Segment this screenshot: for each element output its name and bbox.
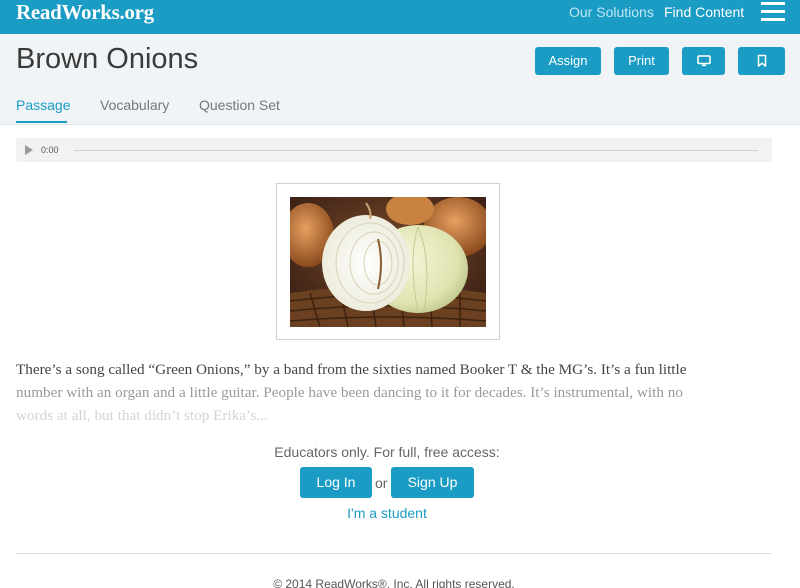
tab-vocabulary[interactable]: Vocabulary [100,97,169,113]
or-separator: or [375,475,388,491]
hamburger-menu-icon[interactable] [761,2,785,22]
bookmark-button[interactable] [738,47,785,75]
educators-access-prompt: Educators only. For full, free access: [274,444,500,460]
audio-progress-track[interactable] [74,150,758,151]
bookmark-icon [757,54,766,67]
audio-player: 0:00 [16,138,772,162]
active-tab-indicator [16,121,67,123]
article-header: Brown Onions Assign Print Passage Vocabu… [0,34,800,125]
passage-image-frame [276,183,500,340]
passage-line: There’s a song called “Green Onions,” by… [16,361,687,378]
onion-photo [290,197,486,327]
page-title: Brown Onions [16,43,199,75]
tab-question-set[interactable]: Question Set [199,97,280,113]
passage-preview: There’s a song called “Green Onions,” by… [16,358,756,427]
sign-up-button[interactable]: Sign Up [391,467,474,498]
footer-divider [16,553,772,554]
student-link[interactable]: I'm a student [0,505,774,521]
copyright-text: © 2014 ReadWorks®, Inc. All rights reser… [273,577,515,588]
log-in-button[interactable]: Log In [300,467,372,498]
monitor-icon [696,55,711,67]
nav-our-solutions[interactable]: Our Solutions [569,4,654,20]
tab-passage[interactable]: Passage [16,97,70,113]
passage-line: words at all, but that didn’t stop Erika… [16,407,268,424]
readworks-logo[interactable]: ReadWorks.org [16,0,154,25]
present-button[interactable] [682,47,725,75]
nav-find-content[interactable]: Find Content [664,4,744,20]
print-button[interactable]: Print [614,47,669,75]
assign-button[interactable]: Assign [535,47,601,75]
top-nav-bar: ReadWorks.org Our Solutions Find Content [0,0,800,34]
audio-time: 0:00 [41,145,59,155]
play-icon[interactable] [25,145,33,155]
passage-line: number with an organ and a little guitar… [16,384,683,401]
